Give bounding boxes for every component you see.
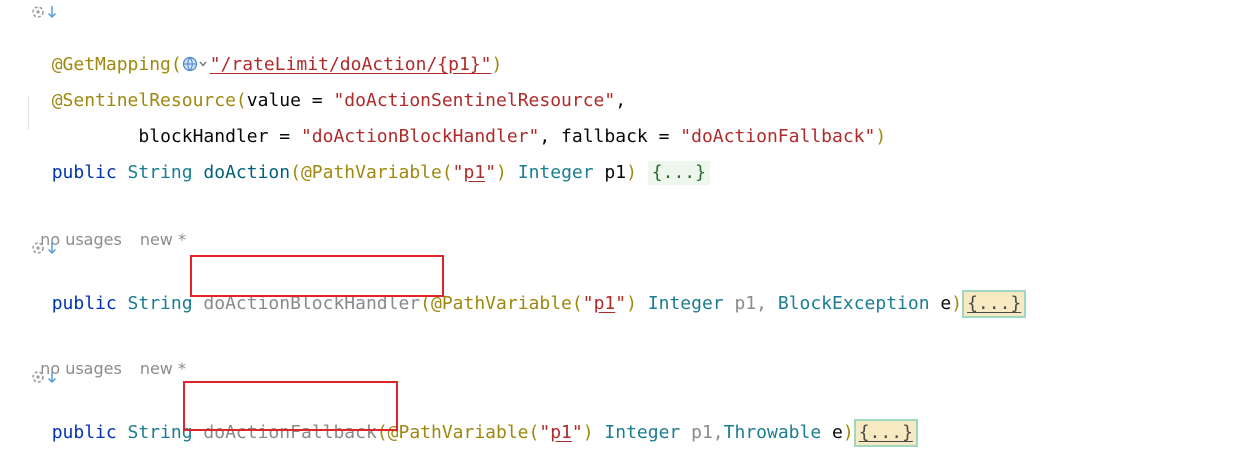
public-keyword: public <box>51 293 128 314</box>
spring-bean-icon[interactable] <box>30 4 46 20</box>
param-name-p1: p1, <box>680 422 724 443</box>
sentinel-close-paren: ) <box>875 126 887 147</box>
quote: " <box>485 162 497 183</box>
quote: " <box>582 293 594 314</box>
p1-string[interactable]: p1 <box>594 293 616 314</box>
close-paren: ) <box>626 162 648 183</box>
param-type-blockexception: BlockException <box>767 293 930 314</box>
p1-string[interactable]: p1 <box>464 162 486 183</box>
code-line-fallback-signature: public String doActionFallback(@PathVari… <box>30 395 918 447</box>
quote: " <box>539 422 551 443</box>
param-type-throwable: Throwable <box>723 422 822 443</box>
folded-body-warning[interactable]: {...} <box>962 290 1027 318</box>
new-hint[interactable]: new * <box>140 230 186 249</box>
navigate-down-arrow-icon[interactable] <box>47 370 57 384</box>
close-paren: ) <box>951 293 963 314</box>
navigate-down-arrow-icon[interactable] <box>47 5 57 19</box>
new-hint[interactable]: new * <box>140 359 186 378</box>
spring-bean-icon[interactable] <box>30 369 46 385</box>
code-line-blockhandler-signature: public String doActionBlockHandler(@Path… <box>30 266 1027 318</box>
gutter-icons-block3[interactable] <box>30 368 57 386</box>
param-type-integer: Integer <box>593 422 681 443</box>
pathvariable-close: ) <box>582 422 594 443</box>
return-type: String <box>127 162 204 183</box>
param-name-p1: p1 <box>593 162 627 183</box>
param-name-p1: p1, <box>723 293 767 314</box>
navigate-down-arrow-icon[interactable] <box>47 241 57 255</box>
quote: " <box>571 422 583 443</box>
param-type-integer: Integer <box>636 293 724 314</box>
gutter-icons-block2[interactable] <box>30 239 57 257</box>
highlight-box-fallback <box>183 381 398 431</box>
pathvariable-annotation: @PathVariable( <box>431 293 583 314</box>
spring-bean-icon[interactable] <box>30 240 46 256</box>
close-paren: ) <box>842 422 854 443</box>
pathvariable-close: ) <box>626 293 637 314</box>
p1-string[interactable]: p1 <box>550 422 572 443</box>
folded-body-warning[interactable]: {...} <box>853 419 918 447</box>
param-type-integer: Integer <box>506 162 594 183</box>
indent-guide <box>28 96 29 130</box>
method-name-doaction[interactable]: doAction <box>203 162 290 183</box>
public-keyword: public <box>51 162 128 183</box>
pathvariable-annotation: @PathVariable( <box>300 162 453 183</box>
quote: " <box>452 162 464 183</box>
code-line-doaction-signature: public String doAction(@PathVariable("p1… <box>30 137 710 185</box>
open-paren: ( <box>290 162 301 183</box>
gutter-icons-block1[interactable] <box>30 3 57 21</box>
pathvariable-annotation: @PathVariable( <box>387 422 540 443</box>
folded-body[interactable]: {...} <box>647 161 710 185</box>
public-keyword: public <box>51 422 128 443</box>
param-name-e: e <box>821 422 843 443</box>
pathvariable-close: ) <box>496 162 507 183</box>
highlight-box-blockhandler <box>190 255 444 297</box>
param-name-e: e <box>929 293 952 314</box>
quote: " <box>615 293 627 314</box>
